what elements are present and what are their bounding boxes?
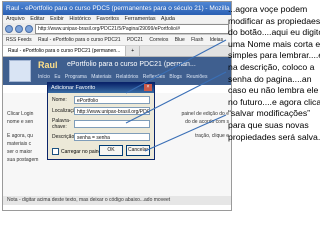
back-icon[interactable]	[5, 24, 13, 33]
editor-hint: Nota - digitar acima deste texto, mas de…	[3, 196, 231, 205]
instruction-line: uma Nome mais corta e	[228, 38, 320, 49]
tab-strip: Raul - ePortfolio para o curso PDC21 (pe…	[3, 46, 231, 57]
new-tab-button[interactable]: +	[126, 46, 141, 56]
dialog-titlebar: Adicionar Favorito ×	[48, 83, 154, 93]
instruction-line: propiedades será salva.	[228, 131, 320, 142]
nav-materiais[interactable]: Materiais	[91, 74, 111, 80]
content-line-right: tração, clique e	[195, 133, 229, 139]
page-nav: Início Eu Programa Materiais Relatórios …	[38, 74, 210, 80]
menu-item-historico[interactable]: Histórico	[69, 16, 90, 22]
keyword-field[interactable]	[74, 120, 150, 128]
content-line: E agora, qu	[7, 133, 33, 139]
cancel-button[interactable]: Cancelar	[126, 145, 150, 156]
page-user-name: Raul	[38, 60, 58, 70]
bookmark-ideias[interactable]: Ideias	[210, 37, 223, 43]
page-title: ePortfolio para o curso PDC21 (perman...	[67, 61, 196, 68]
name-row: Nome: ePortfolio	[52, 96, 150, 104]
ok-button[interactable]: OK	[99, 145, 123, 156]
keyword-row: Palavra-chave:	[52, 118, 150, 130]
instruction-line: do botão....aqui eu digito	[228, 27, 320, 38]
nav-reflexoes[interactable]: Reflexões	[143, 74, 165, 80]
instruction-line: modificar as propiedaes	[228, 15, 320, 26]
instruction-line: caso eu não lembra ele	[228, 85, 319, 96]
page-header: Raul ePortfolio para o curso PDC21 (perm…	[3, 57, 231, 85]
content-line: nome e sen	[7, 119, 34, 125]
menu-item-arquivo[interactable]: Arquivo	[6, 16, 25, 22]
bookmark-blue[interactable]: Blue	[175, 37, 185, 43]
site-logo	[9, 60, 31, 82]
nav-inicio[interactable]: Início	[38, 74, 50, 80]
menu-item-ferramentas[interactable]: Ferramentas	[124, 16, 155, 22]
tab-eportfolio[interactable]: Raul - ePortfolio para o curso PDC21 (pe…	[3, 46, 127, 56]
description-field[interactable]: senha = senha	[74, 133, 150, 141]
sidebar-checkbox-label: Carregar no painel	[61, 148, 103, 155]
forward-icon[interactable]	[15, 24, 23, 33]
keyword-label: Palavra-chave:	[52, 118, 71, 130]
name-field[interactable]: ePortfolio	[74, 96, 150, 104]
instruction-line: senha do pagina....an	[228, 73, 312, 84]
navigation-toolbar: http://www.unipax-brasil.org/PDC21/5/Pag…	[3, 23, 231, 35]
nav-blogs[interactable]: Blogs	[169, 74, 182, 80]
reload-icon[interactable]	[25, 24, 33, 33]
content-line: Clicar Login	[7, 111, 34, 117]
description-row: Descrição: senha = senha	[52, 133, 150, 141]
instruction-text: ...agora voçe podem modificar as propied…	[228, 4, 320, 143]
instruction-line: para que suas novas	[228, 119, 309, 130]
location-field[interactable]: http://www.unipax-brasil.org/PDC21/5/Pag…	[74, 107, 150, 115]
description-label: Descrição:	[52, 134, 76, 140]
content-line-right: do de acordo com s	[185, 119, 229, 125]
sidebar-checkbox[interactable]	[52, 148, 59, 155]
nav-eu[interactable]: Eu	[54, 74, 60, 80]
bookmark-correios[interactable]: Correios	[149, 37, 168, 43]
content-line-right: painel de edição do e	[181, 111, 229, 117]
bookmark-flash[interactable]: Flash	[191, 37, 203, 43]
bookmark-properties-dialog: Adicionar Favorito × Nome: ePortfolio Lo…	[47, 82, 155, 160]
instruction-line: no futuro....e agora clicar	[228, 96, 320, 107]
sidebar-checkbox-row: Carregar no painel	[52, 148, 102, 155]
menu-item-favoritos[interactable]: Favoritos	[96, 16, 119, 22]
dialog-title: Adicionar Favorito	[51, 85, 96, 91]
content-line: ser o maior	[7, 149, 33, 155]
bookmark-pdc21[interactable]: PDC21	[127, 37, 143, 43]
location-label: Localização:	[52, 108, 80, 114]
content-line: materiais c	[7, 141, 32, 147]
nav-programa[interactable]: Programa	[65, 74, 87, 80]
instruction-line: “salvar modificações”	[228, 108, 311, 119]
menu-item-editar[interactable]: Editar	[30, 16, 44, 22]
content-line: sua postagem	[7, 157, 39, 163]
dialog-buttons: OK Cancelar	[99, 145, 150, 156]
menu-item-ajuda[interactable]: Ajuda	[161, 16, 175, 22]
menu-bar: Arquivo Editar Exibir Histórico Favorito…	[3, 15, 231, 23]
browser-screenshot: Raul - ePortfolio para o curso PDC5 (per…	[2, 1, 232, 211]
nav-reunioes[interactable]: Reuniões	[186, 74, 207, 80]
address-bar[interactable]: http://www.unipax-brasil.org/PDC21/5/Pag…	[35, 23, 229, 34]
location-row: Localização: http://www.unipax-brasil.or…	[52, 107, 150, 115]
bookmarks-bar: RSS Feeds Raul - ePortfolio para o curso…	[3, 35, 231, 46]
bookmark-eportfolio[interactable]: Raul - ePortfolio para o curso PDC21	[38, 37, 121, 43]
instruction-line: na descrição, coloco a	[228, 61, 315, 72]
close-icon[interactable]: ×	[144, 84, 152, 91]
name-label: Nome:	[52, 97, 67, 103]
nav-relatorios[interactable]: Relatórios	[116, 74, 139, 80]
instruction-line: ...agora voçe podem	[228, 4, 308, 14]
menu-item-exibir[interactable]: Exibir	[50, 16, 64, 22]
window-title: Raul - ePortfolio para o curso PDC5 (per…	[3, 2, 231, 15]
instruction-line: simples para lembrar....e	[228, 50, 320, 61]
bookmark-rss[interactable]: RSS Feeds	[6, 37, 32, 43]
